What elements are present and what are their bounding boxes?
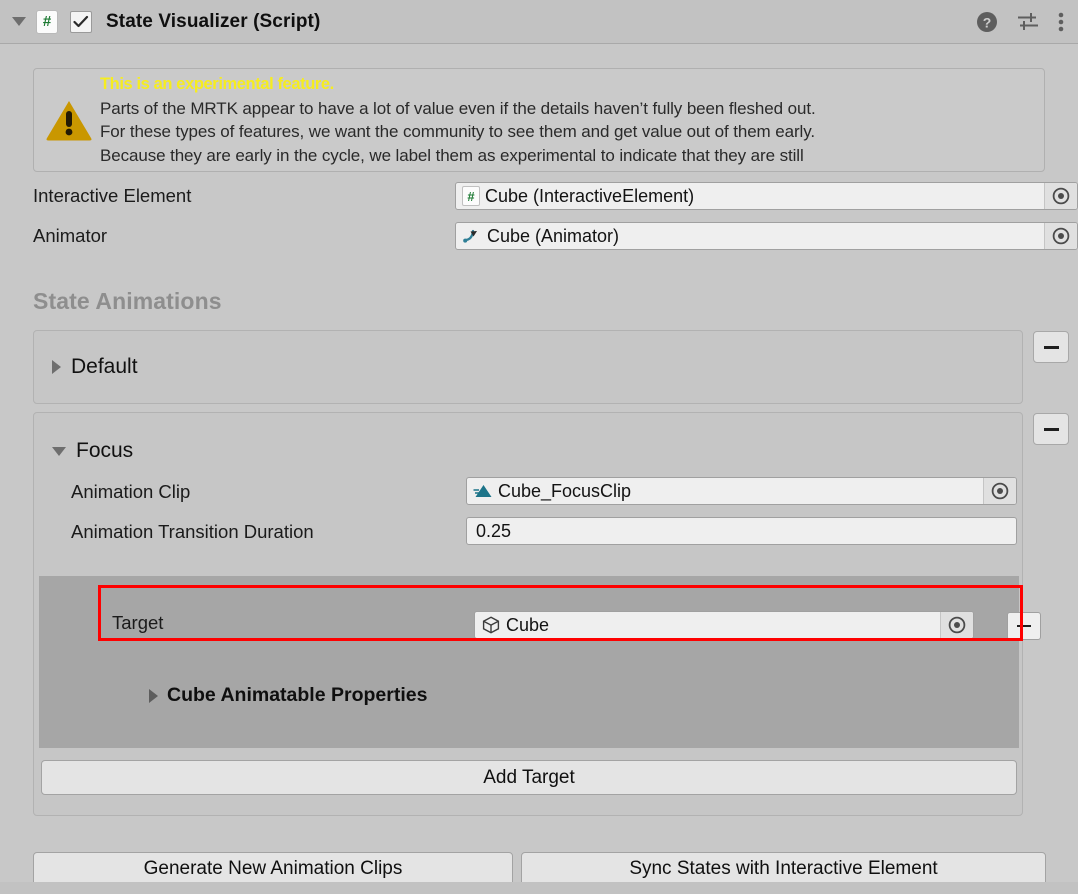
add-target-button-label: Add Target (483, 766, 575, 788)
target-value: Cube (506, 614, 550, 635)
component-foldout-toggle[interactable] (8, 11, 30, 33)
animation-clip-icon (473, 482, 493, 500)
gameobject-cube-icon (481, 615, 501, 635)
object-picker-icon[interactable] (1044, 223, 1077, 249)
remove-target-button[interactable] (1007, 612, 1041, 640)
chevron-right-icon (52, 360, 61, 374)
experimental-warning-line-2: For these types of features, we want the… (100, 122, 815, 141)
experimental-warning-text: This is an experimental feature. Parts o… (100, 73, 1044, 167)
preset-icon[interactable] (1016, 11, 1040, 33)
script-badge-label: # (42, 13, 52, 30)
animation-transition-duration-input[interactable]: 0.25 (466, 517, 1017, 545)
interactive-element-value: Cube (InteractiveElement) (485, 185, 695, 206)
remove-state-button-focus[interactable] (1033, 413, 1069, 445)
animation-clip-value: Cube_FocusClip (498, 480, 632, 501)
help-icon[interactable]: ? (976, 11, 998, 33)
target-label-wrap: Target (112, 612, 163, 634)
state-name-default: Default (71, 355, 138, 378)
interactive-element-label: Interactive Element (33, 185, 192, 206)
sync-states-label: Sync States with Interactive Element (629, 858, 938, 879)
animation-transition-duration-label: Animation Transition Duration (71, 521, 314, 542)
chevron-down-icon (52, 446, 66, 456)
chevron-right-icon (149, 688, 158, 703)
experimental-warning-helpbox: This is an experimental feature. Parts o… (33, 68, 1045, 172)
experimental-warning-line-3: Because they are early in the cycle, we … (100, 145, 804, 165)
component-enabled-checkbox[interactable] (70, 10, 92, 33)
animation-clip-object-field[interactable]: Cube_FocusClip (466, 477, 1017, 505)
animator-object-field[interactable]: Cube (Animator) (455, 222, 1078, 250)
state-animations-section-title: State Animations (33, 288, 222, 314)
kebab-menu-icon[interactable] (1058, 11, 1064, 33)
component-title: State Visualizer (Script) (106, 10, 321, 32)
sync-states-button[interactable]: Sync States with Interactive Element (521, 852, 1046, 886)
svg-text:?: ? (983, 14, 992, 30)
cs-script-icon[interactable]: # (36, 9, 58, 34)
remove-state-button-default[interactable] (1033, 331, 1069, 363)
generate-animation-clips-button[interactable]: Generate New Animation Clips (33, 852, 513, 886)
panel-bottom-edge (0, 882, 1078, 894)
animatable-properties-label: Cube Animatable Properties (167, 684, 428, 706)
add-target-button[interactable]: Add Target (41, 760, 1017, 795)
target-label: Target (112, 612, 164, 633)
object-picker-icon[interactable] (940, 612, 973, 638)
animation-transition-duration-value: 0.25 (476, 520, 512, 541)
state-box-focus: Focus Animation Clip Cube_FocusClip Anim… (33, 412, 1041, 816)
interactive-element-object-field[interactable]: # Cube (InteractiveElement) (455, 182, 1078, 210)
animation-clip-label: Animation Clip (71, 481, 191, 502)
experimental-warning-title: This is an experimental feature. (100, 75, 334, 93)
state-foldout-default[interactable]: Default (52, 355, 138, 379)
chevron-down-icon (12, 17, 26, 26)
object-picker-icon[interactable] (983, 478, 1016, 504)
object-picker-icon[interactable] (1044, 183, 1077, 209)
component-header-actions: ? (976, 11, 1078, 33)
minus-icon (1017, 624, 1031, 628)
target-object-field[interactable]: Cube (474, 611, 974, 639)
animator-value: Cube (Animator) (487, 225, 620, 246)
target-panel: Target Cube Cube Animatable Properties (39, 576, 1041, 748)
component-header: # State Visualizer (Script) ? (0, 0, 1078, 44)
experimental-warning-line-1: Parts of the MRTK appear to have a lot o… (100, 98, 816, 118)
cs-script-icon: # (462, 186, 480, 206)
animator-icon (462, 226, 482, 246)
minus-icon (1043, 345, 1059, 349)
generate-animation-clips-label: Generate New Animation Clips (143, 858, 403, 879)
state-foldout-focus[interactable]: Focus (52, 439, 133, 463)
animatable-properties-foldout[interactable]: Cube Animatable Properties (149, 684, 427, 707)
warning-triangle-icon (34, 98, 100, 142)
state-box-default[interactable]: Default (33, 330, 1023, 404)
animator-label: Animator (33, 225, 108, 246)
state-name-focus: Focus (76, 439, 134, 462)
minus-icon (1043, 427, 1059, 431)
